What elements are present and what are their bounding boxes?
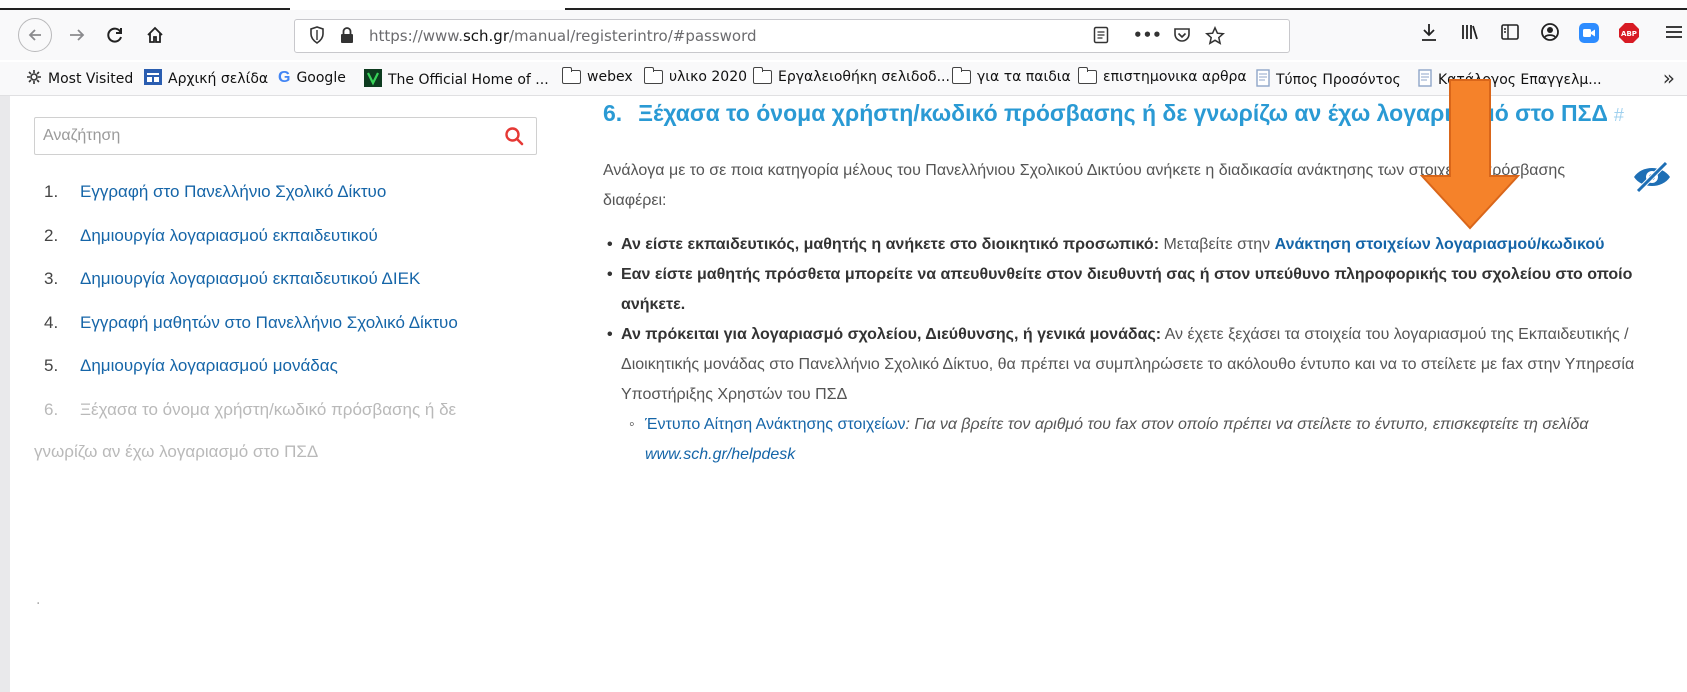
annotation-arrow bbox=[1420, 79, 1520, 230]
gear-icon bbox=[26, 69, 42, 89]
toc-link[interactable]: Δημιουργία λογαριασμού εκπαιδευτικού ΔΙΕ… bbox=[80, 269, 420, 313]
folder-icon bbox=[952, 67, 971, 84]
url-text[interactable]: https://www.sch.gr/manual/registerintro/… bbox=[369, 27, 757, 45]
bookmark-star-icon[interactable] bbox=[1204, 25, 1226, 50]
toc-item: 3. Δημιουργία λογαριασμού εκπαιδευτικού Δ… bbox=[44, 269, 564, 313]
toc-link[interactable]: Δημιουργία λογαριασμού εκπαιδευτικού bbox=[80, 226, 378, 270]
section-number: 6. bbox=[603, 100, 623, 126]
search-input[interactable] bbox=[35, 118, 495, 154]
menu-icon[interactable] bbox=[1664, 22, 1684, 47]
recovery-form-link[interactable]: Έντυπο Αίτηση Ανάκτησης στοιχείων bbox=[645, 416, 905, 433]
toc-link[interactable]: Δημιουργία λογαριασμού μονάδας bbox=[80, 356, 338, 400]
toc-item-current: 6. Ξέχασα το όνομα χρήστη/κωδικό πρόσβαση… bbox=[44, 400, 564, 444]
list-item: Αν είστε εκπαιδευτικός, μαθητής η ανήκετ… bbox=[607, 230, 1637, 260]
google-icon: G bbox=[278, 69, 291, 86]
toc-item: 2. Δημιουργία λογαριασμού εκπαιδευτικού bbox=[44, 226, 564, 270]
toc-link[interactable]: Εγγραφή στο Πανελλήνιο Σχολικό Δίκτυο bbox=[80, 182, 386, 226]
toc-item: 4. Εγγραφή μαθητών στο Πανελλήνιο Σχολικό… bbox=[44, 313, 564, 357]
bookmark-most-visited[interactable]: Most Visited bbox=[26, 69, 133, 89]
list-item: Αν πρόκειται για λογαριασμό σχολείου, Δι… bbox=[607, 320, 1637, 470]
list-item: Εαν είστε μαθητής πρόσθετα μπορείτε να α… bbox=[607, 260, 1637, 320]
bookmark-folder-ergaleiothiki[interactable]: Εργαλειοθήκη σελιδοδ... bbox=[753, 67, 950, 85]
navigation-toolbar: https://www.sch.gr/manual/registerintro/… bbox=[0, 10, 1687, 60]
page-left-edge bbox=[0, 96, 10, 692]
bookmark-official-home[interactable]: The Official Home of ... bbox=[364, 69, 549, 91]
folder-icon bbox=[562, 67, 581, 84]
toc-link[interactable]: Εγγραφή μαθητών στο Πανελλήνιο Σχολικό Δ… bbox=[80, 313, 458, 357]
shield-icon[interactable] bbox=[309, 26, 325, 48]
stray-dot: . bbox=[36, 592, 41, 608]
document-icon bbox=[1256, 69, 1270, 91]
bookmark-folder-webex[interactable]: webex bbox=[562, 67, 633, 85]
toc-current-label-continued: γνωρίζω αν έχω λογαριασμό στο ΠΣΔ bbox=[34, 442, 319, 461]
reader-view-icon[interactable] bbox=[1093, 26, 1109, 48]
back-button[interactable] bbox=[18, 18, 52, 52]
helpdesk-link[interactable]: www.sch.gr/helpdesk bbox=[645, 446, 795, 463]
pocket-icon[interactable] bbox=[1173, 26, 1191, 48]
sidebar-toggle-icon[interactable] bbox=[1500, 22, 1520, 47]
search-box bbox=[34, 117, 537, 155]
account-icon[interactable] bbox=[1540, 22, 1560, 47]
zoom-extension-icon[interactable] bbox=[1578, 22, 1600, 49]
section-anchor-link[interactable]: # bbox=[1614, 105, 1624, 125]
bookmark-folder-arthra[interactable]: επιστημονικα αρθρα bbox=[1078, 67, 1247, 85]
folder-icon bbox=[753, 67, 772, 84]
back-arrow-icon bbox=[28, 29, 41, 41]
account-recovery-link[interactable]: Ανάκτηση στοιχείων λογαριασμού/κωδικού bbox=[1275, 236, 1605, 253]
bookmark-typos-prosontos[interactable]: Τύπος Προσόντος bbox=[1256, 69, 1401, 91]
library-icon[interactable] bbox=[1460, 22, 1480, 47]
adblock-plus-icon[interactable]: ABP bbox=[1618, 22, 1640, 49]
toc-item: 5. Δημιουργία λογαριασμού μονάδας bbox=[44, 356, 564, 400]
bookmark-folder-paidia[interactable]: για τα παιδια bbox=[952, 67, 1071, 85]
download-icon[interactable] bbox=[1420, 22, 1438, 47]
search-icon[interactable] bbox=[504, 126, 524, 146]
toc-item: 1. Εγγραφή στο Πανελλήνιο Σχολικό Δίκτυο bbox=[44, 182, 564, 226]
bookmark-google[interactable]: G Google bbox=[278, 69, 346, 87]
folder-icon bbox=[1078, 67, 1097, 84]
home-button[interactable] bbox=[140, 20, 170, 50]
address-bar[interactable]: https://www.sch.gr/manual/registerintro/… bbox=[294, 19, 1290, 53]
accessibility-eye-icon[interactable] bbox=[1630, 157, 1674, 197]
page-actions-icon[interactable]: ••• bbox=[1133, 26, 1162, 44]
table-of-contents: 1. Εγγραφή στο Πανελλήνιο Σχολικό Δίκτυο … bbox=[44, 182, 564, 443]
homepage-favicon bbox=[144, 69, 162, 89]
svg-text:ABP: ABP bbox=[1621, 30, 1637, 38]
toc-current-label: Ξέχασα το όνομα χρήστη/κωδικό πρόσβασης … bbox=[80, 399, 457, 419]
forward-button[interactable] bbox=[62, 20, 92, 50]
sub-list-item: Έντυπο Αίτηση Ανάκτησης στοιχείων: Για ν… bbox=[625, 410, 1637, 470]
bookmark-folder-yliko[interactable]: υλικο 2020 bbox=[644, 67, 747, 85]
folder-icon bbox=[644, 67, 663, 84]
site-favicon bbox=[364, 69, 382, 91]
reload-button[interactable] bbox=[100, 20, 130, 50]
more-bookmarks-button[interactable]: » bbox=[1663, 66, 1675, 90]
tab-strip bbox=[0, 0, 1687, 10]
instructions: Αν είστε εκπαιδευτικός, μαθητής η ανήκετ… bbox=[607, 230, 1637, 470]
bookmark-homepage[interactable]: Αρχική σελίδα bbox=[144, 69, 268, 89]
lock-icon[interactable] bbox=[339, 26, 355, 48]
home-icon bbox=[147, 26, 163, 43]
forward-arrow-icon bbox=[70, 29, 85, 41]
reload-icon bbox=[107, 27, 122, 43]
